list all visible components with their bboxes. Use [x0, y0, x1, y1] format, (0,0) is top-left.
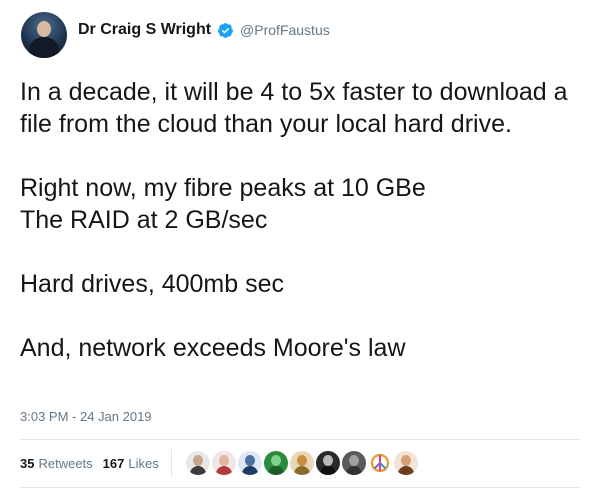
retweets-count: 35 — [20, 455, 35, 471]
liker-avatar-icon[interactable] — [367, 451, 392, 475]
liker-torso — [293, 466, 310, 475]
liker-torso — [241, 466, 258, 475]
liker-torso — [397, 466, 414, 475]
liker-torso — [319, 466, 336, 475]
author-display-name[interactable]: Dr Craig S Wright — [78, 21, 211, 39]
liker-torso — [345, 466, 362, 475]
liker-avatar-icon[interactable] — [263, 451, 288, 475]
liker-avatar-icon[interactable] — [237, 451, 262, 475]
likes-count: 167 — [102, 455, 125, 471]
liker-avatar-icon[interactable] — [185, 451, 210, 475]
liker-avatar-icon[interactable] — [393, 451, 418, 475]
tweet-stats: 35 Retweets 167 Likes — [20, 448, 418, 478]
divider — [20, 487, 580, 488]
liker-face — [348, 455, 359, 466]
liker-face — [400, 455, 411, 466]
liker-face — [218, 455, 229, 466]
author-avatar[interactable] — [21, 12, 67, 58]
liker-torso — [267, 466, 284, 475]
likes-stat[interactable]: 167 Likes — [103, 456, 159, 471]
tweet-text: In a decade, it will be 4 to 5x faster t… — [20, 78, 568, 362]
peace-icon — [370, 453, 389, 473]
tweet-timestamp[interactable]: 3:03 PM - 24 Jan 2019 — [20, 409, 152, 424]
avatar-body — [29, 37, 59, 58]
liker-face — [296, 455, 307, 466]
liker-torso — [215, 466, 232, 475]
author-handle[interactable]: @ProfFaustus — [240, 22, 330, 38]
retweets-label: Retweets — [38, 455, 93, 471]
liker-face — [192, 455, 203, 466]
liker-avatar-icon[interactable] — [211, 451, 236, 475]
tweet-card: Dr Craig S Wright @ProfFaustus In a deca… — [0, 0, 591, 489]
author-names: Dr Craig S Wright @ProfFaustus — [78, 21, 330, 39]
liker-face — [270, 455, 281, 466]
liker-torso — [189, 466, 206, 475]
liker-avatars — [185, 451, 418, 475]
liker-face — [244, 455, 255, 466]
tweet-header: Dr Craig S Wright @ProfFaustus — [21, 10, 330, 60]
divider — [20, 439, 580, 440]
liker-face — [322, 455, 333, 466]
liker-avatar-icon[interactable] — [315, 451, 340, 475]
retweets-stat[interactable]: 35 Retweets — [20, 456, 93, 471]
verified-badge-icon — [218, 22, 233, 38]
stats-separator — [170, 449, 172, 477]
liker-avatar-icon[interactable] — [289, 451, 314, 475]
liker-avatar-icon[interactable] — [341, 451, 366, 475]
likes-label: Likes — [128, 455, 159, 471]
avatar-head — [37, 21, 51, 37]
